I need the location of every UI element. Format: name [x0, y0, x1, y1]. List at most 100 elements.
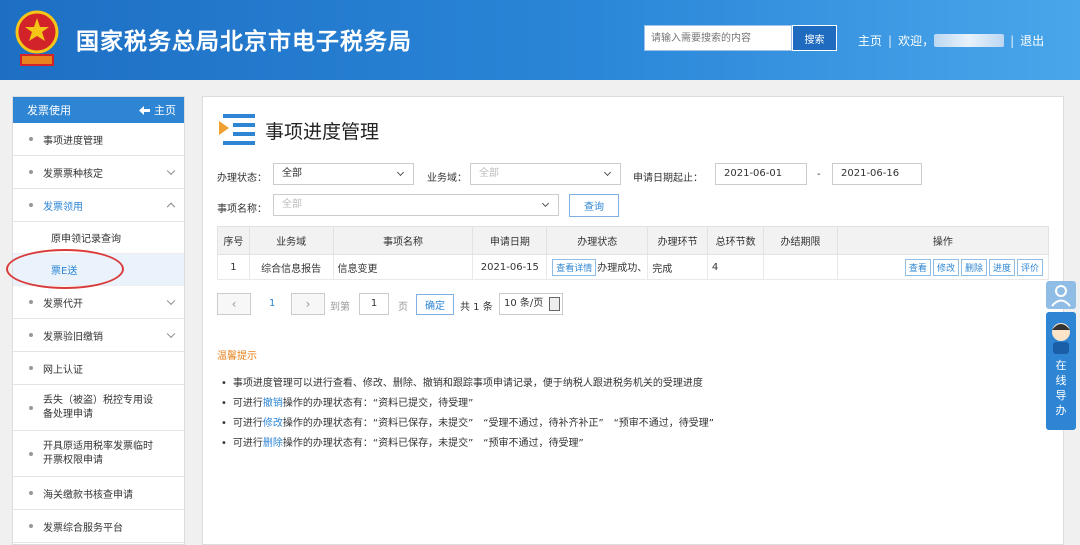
chevron-up-icon	[166, 202, 176, 212]
sidebar-item-service-platform[interactable]: 发票综合服务平台	[13, 510, 184, 543]
divider: |	[888, 34, 893, 48]
domain-label: 业务域：	[427, 173, 467, 184]
query-button[interactable]: 查询	[569, 194, 619, 217]
cell-step: 完成	[647, 254, 708, 280]
tip-text: 操作的办理状态有：“资料已保存，未提交” “受理不通过，待补齐补正” “预审不通…	[282, 418, 714, 429]
logout-link[interactable]: 退出	[1020, 32, 1044, 49]
sidebar-item-proxy-issue[interactable]: 发票代开	[13, 286, 184, 319]
tip-highlight: 撤销	[262, 398, 283, 409]
column-header: 办理状态	[546, 226, 649, 255]
chevron-down-icon	[541, 199, 550, 208]
cell-domain: 综合信息报告	[248, 254, 334, 280]
bullet-icon	[29, 524, 33, 528]
sidebar-item-label: 网上认证	[43, 364, 83, 376]
chevron-down-icon	[166, 329, 176, 339]
cell-ops: 查看 修改 删除 进度 评价	[836, 254, 1050, 280]
progress-button[interactable]: 进度	[988, 258, 1015, 276]
current-page[interactable]: 1	[269, 298, 275, 309]
page-unit: 页	[398, 302, 408, 313]
chevron-down-icon	[603, 168, 612, 177]
tax-emblem-icon	[15, 10, 59, 66]
top-links: 主页 | 欢迎， | 退出	[858, 32, 1044, 49]
bullet-icon	[29, 366, 33, 370]
main-panel: 事项进度管理 办理状态： 全部 业务域： 全部 申请日期起止： 2021-06-…	[202, 96, 1064, 545]
welcome-text: 欢迎，	[898, 34, 935, 48]
tips-list: 事项进度管理可以进行查看、修改、删除、撤销和跟踪事项申请记录，便于纳税人跟进税务…	[221, 374, 714, 454]
item-name-select[interactable]: 全部	[273, 194, 559, 216]
edit-button[interactable]: 修改	[932, 258, 959, 276]
table-row: 1 综合信息报告 信息变更 2021-06-15 查看详情 办理成功、 完成 4 …	[217, 254, 1050, 280]
bullet-icon	[29, 451, 33, 456]
tips-title: 温馨提示	[217, 351, 257, 362]
sidebar-item-online-auth[interactable]: 网上认证	[13, 352, 184, 385]
sidebar-item-label: 丢失（被盗）税控专用设备处理申请	[43, 394, 153, 420]
date-range-label: 申请日期起止：	[633, 173, 703, 184]
prev-page-button[interactable]: ‹	[217, 293, 251, 315]
next-page-button[interactable]: ›	[291, 293, 325, 315]
sidebar-item-verify-cancel[interactable]: 发票验旧缴销	[13, 319, 184, 352]
domain-select[interactable]: 全部	[470, 163, 621, 185]
sidebar-item-label: 海关缴款书核查申请	[43, 489, 133, 501]
page-size-select[interactable]: 10 条/页	[499, 293, 563, 315]
sidebar-item-label: 发票领用	[43, 201, 83, 213]
sidebar-item-label: 发票验旧缴销	[43, 331, 103, 343]
sidebar-item-invoice-claim[interactable]: 发票领用	[13, 189, 184, 222]
view-detail-button[interactable]: 查看详情	[552, 258, 597, 276]
date-from-input[interactable]: 2021-06-01	[715, 163, 807, 185]
sidebar-subitem-claim-records[interactable]: 原申领记录查询	[13, 222, 184, 254]
top-header: 国家税务总局北京市电子税务局 搜索 主页 | 欢迎， | 退出	[0, 0, 1080, 80]
goto-confirm-button[interactable]: 确定	[416, 294, 454, 315]
view-button[interactable]: 查看	[904, 258, 931, 276]
sidebar-item-label: 发票代开	[43, 298, 83, 310]
column-header: 业务域	[248, 226, 334, 255]
online-guide-label: 在线导办	[1055, 359, 1067, 417]
total-count: 共 1 条	[460, 302, 493, 313]
page-size-value: 10 条/页	[504, 298, 544, 309]
sidebar-item-customs-check[interactable]: 海关缴款书核查申请	[13, 477, 184, 510]
cell-seq: 1	[217, 254, 250, 280]
bullet-icon	[29, 333, 33, 337]
search-input[interactable]	[644, 25, 792, 51]
sidebar-item-label: 发票综合服务平台	[43, 522, 123, 534]
domain-select-value: 全部	[479, 168, 499, 179]
tip-line: 可进行修改操作的办理状态有：“资料已保存，未提交” “受理不通过，待补齐补正” …	[221, 414, 714, 434]
rate-button[interactable]: 评价	[1016, 258, 1043, 276]
column-header: 事项名称	[332, 226, 474, 255]
column-header: 申请日期	[472, 226, 548, 255]
tip-line: 事项进度管理可以进行查看、修改、删除、撤销和跟踪事项申请记录，便于纳税人跟进税务…	[221, 374, 714, 394]
sidebar-header-label: 发票使用	[27, 104, 71, 117]
tip-text: 操作的办理状态有：“资料已保存，未提交” “预审不通过，待受理”	[282, 438, 584, 449]
user-float-button[interactable]	[1046, 281, 1076, 309]
column-header: 操作	[836, 226, 1050, 255]
bullet-icon	[29, 300, 33, 304]
sidebar-item-temp-permission[interactable]: 开具原适用税率发票临时开票权限申请	[13, 431, 184, 477]
date-to-input[interactable]: 2021-06-16	[832, 163, 922, 185]
cell-total: 4	[706, 254, 765, 280]
sidebar-header: 发票使用 主页	[13, 97, 184, 123]
column-header: 序号	[217, 226, 250, 255]
status-select[interactable]: 全部	[273, 163, 414, 185]
page-title: 事项进度管理	[265, 121, 380, 143]
site-title: 国家税务总局北京市电子税务局	[76, 29, 412, 55]
user-name-blurred	[934, 34, 1005, 47]
bullet-icon	[29, 491, 33, 495]
back-arrow-icon	[139, 105, 150, 115]
sidebar-home-link[interactable]: 主页	[139, 102, 176, 118]
delete-button[interactable]: 删除	[960, 258, 987, 276]
sidebar-item-progress[interactable]: 事项进度管理	[13, 123, 184, 156]
sidebar-item-label: 开具原适用税率发票临时开票权限申请	[43, 440, 153, 466]
bullet-icon	[29, 203, 33, 207]
cell-deadline	[763, 254, 838, 280]
search-button[interactable]: 搜索	[792, 25, 837, 51]
tip-highlight: 修改	[262, 418, 283, 429]
status-text: 办理成功、	[597, 262, 648, 274]
sidebar-item-lost-device[interactable]: 丢失（被盗）税控专用设备处理申请	[13, 385, 184, 431]
goto-page-input[interactable]: 1	[359, 293, 389, 315]
online-guide-button[interactable]: 在线导办	[1046, 312, 1076, 430]
tip-text: 可进行	[232, 438, 263, 449]
sidebar-item-invoice-type[interactable]: 发票票种核定	[13, 156, 184, 189]
home-link[interactable]: 主页	[858, 32, 882, 49]
tip-highlight: 删除	[262, 438, 283, 449]
sidebar-item-label: 事项进度管理	[43, 135, 103, 147]
goto-label: 到第	[330, 302, 350, 313]
